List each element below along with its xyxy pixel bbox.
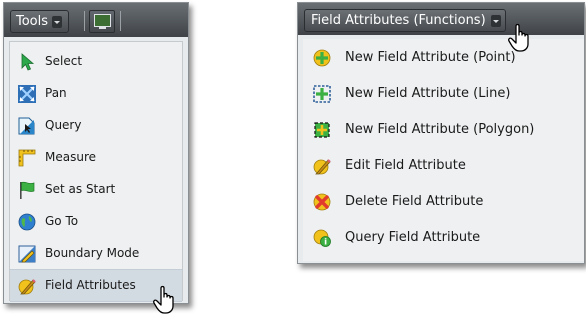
tools-toolbar: Tools — [4, 3, 188, 37]
menu-item-select[interactable]: Select — [10, 46, 182, 77]
globe-icon — [18, 213, 36, 231]
tools-menu: Select Pan Query Measure Set as Start Go… — [9, 41, 183, 302]
menu-item-label: Delete Field Attribute — [345, 194, 484, 209]
query-icon — [18, 117, 35, 135]
start-flag-icon — [20, 181, 35, 199]
menu-item-label: New Field Attribute (Polygon) — [345, 122, 535, 137]
field-attributes-icon — [18, 279, 36, 295]
toolbar-separator — [120, 11, 121, 31]
menu-item-set-as-start[interactable]: Set as Start — [10, 174, 182, 205]
new-line-icon — [313, 85, 331, 103]
field-attributes-panel: Field Attributes (Functions) New Field A… — [297, 2, 585, 264]
monitor-icon — [94, 14, 111, 29]
menu-item-query-field-attribute[interactable]: Query Field Attribute — [303, 221, 584, 255]
delete-x-icon — [313, 193, 331, 211]
edit-pencil-icon — [313, 159, 331, 175]
tools-dropdown-label: Tools — [16, 14, 49, 29]
menu-item-boundary-mode[interactable]: Boundary Mode — [10, 238, 182, 269]
boundary-pencil-icon — [18, 245, 36, 263]
field-attributes-toolbar: Field Attributes (Functions) — [298, 3, 584, 35]
tools-dropdown-button[interactable]: Tools — [10, 10, 70, 33]
chevron-down-icon — [490, 14, 501, 27]
pan-arrows-icon — [18, 85, 36, 103]
menu-item-query[interactable]: Query — [10, 110, 182, 141]
menu-item-label: Measure — [45, 150, 96, 164]
menu-item-label: New Field Attribute (Point) — [345, 50, 516, 65]
menu-item-delete-field-attribute[interactable]: Delete Field Attribute — [303, 185, 584, 219]
field-attributes-menu: New Field Attribute (Point) New Field At… — [303, 39, 584, 261]
hand-cursor-icon — [153, 285, 174, 314]
menu-item-edit-field-attribute[interactable]: Edit Field Attribute — [303, 149, 584, 183]
tools-panel: Tools Select Pan Query Measure Set as St… — [3, 2, 189, 304]
new-point-icon — [313, 49, 331, 67]
hand-cursor-icon — [508, 23, 529, 52]
display-button[interactable] — [89, 10, 115, 33]
toolbar-separator — [84, 11, 85, 31]
select-arrow-icon — [21, 53, 35, 71]
chevron-down-icon — [52, 15, 63, 28]
new-polygon-icon — [314, 122, 330, 138]
menu-item-label: Field Attributes — [45, 278, 136, 292]
menu-item-go-to[interactable]: Go To — [10, 206, 182, 237]
menu-item-label: Edit Field Attribute — [345, 158, 466, 173]
menu-item-label: Boundary Mode — [45, 246, 140, 260]
menu-item-pan[interactable]: Pan — [10, 78, 182, 109]
field-attributes-dropdown-button[interactable]: Field Attributes (Functions) — [304, 9, 506, 32]
menu-item-label: Pan — [45, 86, 67, 100]
menu-item-label: Select — [45, 54, 83, 68]
menu-item-measure[interactable]: Measure — [10, 142, 182, 173]
menu-item-new-field-attribute-polygon[interactable]: New Field Attribute (Polygon) — [303, 113, 584, 147]
menu-item-new-field-attribute-line[interactable]: New Field Attribute (Line) — [303, 77, 584, 111]
menu-item-label: New Field Attribute (Line) — [345, 86, 511, 101]
field-attributes-dropdown-label: Field Attributes (Functions) — [311, 13, 486, 28]
query-info-icon — [313, 229, 331, 247]
menu-item-label: Query Field Attribute — [345, 230, 481, 245]
menu-item-label: Go To — [45, 214, 79, 228]
measure-ruler-icon — [18, 149, 36, 167]
menu-item-label: Query — [45, 118, 82, 132]
menu-item-label: Set as Start — [45, 182, 116, 196]
menu-item-new-field-attribute-point[interactable]: New Field Attribute (Point) — [303, 41, 584, 75]
